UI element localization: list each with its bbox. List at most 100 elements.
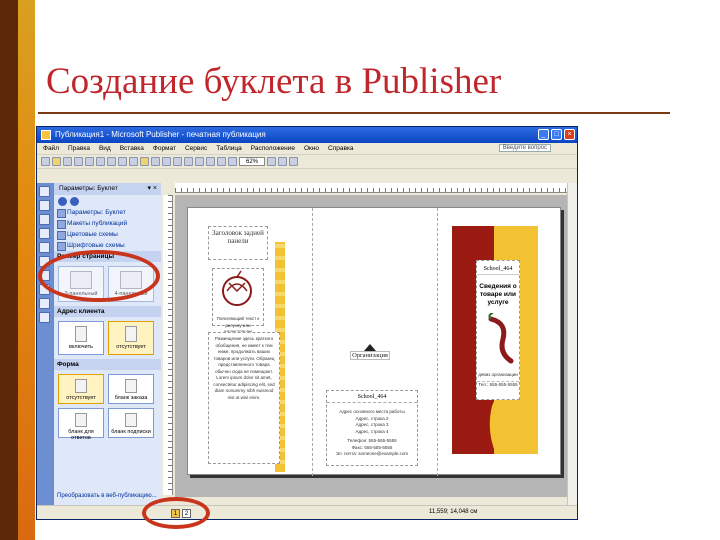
horizontal-ruler[interactable] bbox=[175, 183, 577, 193]
close-button[interactable]: × bbox=[564, 129, 575, 140]
objects-toolbar bbox=[37, 183, 53, 505]
window-titlebar: Публикация1 - Microsoft Publisher - печа… bbox=[37, 127, 577, 143]
email-line: Эл. почта: someone@example.com bbox=[335, 451, 409, 456]
save-icon[interactable] bbox=[63, 157, 72, 166]
rectangle-tool-icon[interactable] bbox=[39, 298, 50, 309]
vertical-scrollbar[interactable] bbox=[567, 183, 577, 505]
vertical-ruler[interactable] bbox=[163, 195, 173, 495]
option-no-form[interactable]: отсутствует bbox=[58, 374, 104, 404]
menu-tools[interactable]: Сервис bbox=[185, 145, 207, 152]
menu-edit[interactable]: Правка bbox=[68, 145, 90, 152]
slide-title: Создание буклета в Publisher bbox=[46, 61, 502, 102]
text-box-icon[interactable] bbox=[39, 200, 50, 211]
hyperlink-icon[interactable] bbox=[217, 157, 226, 166]
back-panel-body[interactable]: Размещение здесь краткого обобщения, не … bbox=[208, 332, 280, 464]
back-panel-picture[interactable]: Поясняющий текст к рисунку или иллюстрац… bbox=[212, 268, 264, 334]
highlight-ellipse-pages bbox=[142, 497, 210, 529]
maximize-button[interactable]: □ bbox=[551, 129, 562, 140]
mailing-address-block[interactable]: School_464 Адрес основного места работы … bbox=[326, 390, 418, 466]
chili-pepper-illustration bbox=[488, 312, 514, 364]
cover-caption: девиз организации bbox=[478, 372, 518, 377]
form-thumb bbox=[125, 379, 137, 393]
cover-content[interactable]: School_464 Сведения о товаре или услуге … bbox=[476, 260, 520, 400]
convert-to-web-link[interactable]: Преобразовать в веб-публикацию... bbox=[57, 493, 157, 499]
address-line: Адрес основного места работы bbox=[339, 409, 405, 414]
task-pane-title: Параметры: Буклет bbox=[59, 185, 118, 192]
spellcheck-icon[interactable] bbox=[107, 157, 116, 166]
option-signup-form[interactable]: бланк подписки bbox=[108, 408, 154, 438]
menu-format[interactable]: Формат bbox=[153, 145, 176, 152]
menu-file[interactable]: Файл bbox=[43, 145, 59, 152]
status-coordinates: 11,559; 14,048 см bbox=[429, 509, 478, 515]
tomato-illustration bbox=[222, 270, 252, 306]
bring-front-icon[interactable] bbox=[184, 157, 193, 166]
zoom-in-icon[interactable] bbox=[278, 157, 288, 166]
link-booklet-options[interactable]: Параметры: Буклет bbox=[54, 207, 161, 218]
address-options: включить отсутствует bbox=[54, 317, 161, 359]
close-icon[interactable]: ▾ × bbox=[147, 183, 157, 195]
cut-icon[interactable] bbox=[118, 157, 127, 166]
send-back-icon[interactable] bbox=[195, 157, 204, 166]
form-heading: Форма bbox=[54, 359, 161, 370]
copy-icon[interactable] bbox=[129, 157, 138, 166]
help-icon[interactable] bbox=[289, 157, 299, 166]
wordart-icon[interactable] bbox=[39, 228, 50, 239]
pilcrow-icon[interactable] bbox=[228, 157, 237, 166]
cover-phone: Тел.: 555-555-5555 bbox=[477, 380, 519, 387]
zoom-out-icon[interactable] bbox=[267, 157, 277, 166]
back-panel-text: Размещение здесь краткого обобщения, не … bbox=[213, 336, 275, 400]
menu-arrange[interactable]: Расположение bbox=[251, 145, 295, 152]
option-order-form[interactable]: бланк заказа bbox=[108, 374, 154, 404]
status-bar: 1 2 11,559; 14,048 см bbox=[37, 505, 577, 519]
link-color-schemes[interactable]: Цветовые схемы bbox=[54, 229, 161, 240]
select-tool-icon[interactable] bbox=[39, 186, 50, 197]
option-include-address[interactable]: включить bbox=[58, 321, 104, 355]
booklet-page[interactable]: Заголовок задней панели Поясняющий текст… bbox=[187, 207, 561, 476]
search-icon[interactable] bbox=[74, 157, 83, 166]
option-response-form[interactable]: бланк для ответов bbox=[58, 408, 104, 441]
table-tool-icon[interactable] bbox=[39, 214, 50, 225]
menu-window[interactable]: Окно bbox=[304, 145, 319, 152]
back-icon[interactable] bbox=[58, 197, 67, 206]
publisher-app-icon bbox=[41, 130, 51, 140]
standard-toolbar: 62% bbox=[37, 155, 577, 169]
logo-icon bbox=[364, 344, 376, 351]
columns-icon[interactable] bbox=[206, 157, 215, 166]
redo-icon[interactable] bbox=[173, 157, 182, 166]
option-no-address[interactable]: отсутствует bbox=[108, 321, 154, 355]
print-icon[interactable] bbox=[85, 157, 94, 166]
format-painter-icon[interactable] bbox=[151, 157, 160, 166]
forward-icon[interactable] bbox=[70, 197, 79, 206]
address-title: School_464 bbox=[327, 391, 417, 403]
menu-table[interactable]: Таблица bbox=[216, 145, 242, 152]
slide-sidebar-orange bbox=[18, 0, 35, 540]
menu-view[interactable]: Вид bbox=[99, 145, 111, 152]
help-search-input[interactable]: Введите вопрос bbox=[498, 144, 551, 152]
workspace: Заголовок задней панели Поясняющий текст… bbox=[175, 195, 577, 497]
address-thumb bbox=[125, 326, 137, 342]
new-icon[interactable] bbox=[41, 157, 50, 166]
back-panel-title[interactable]: Заголовок задней панели bbox=[208, 226, 268, 260]
undo-icon[interactable] bbox=[162, 157, 171, 166]
highlight-ellipse-page-size bbox=[38, 250, 160, 302]
link-publication-designs[interactable]: Макеты публикаций bbox=[54, 218, 161, 229]
menu-help[interactable]: Справка bbox=[328, 145, 354, 152]
organization-label: Организация bbox=[350, 351, 390, 360]
title-divider bbox=[38, 112, 670, 114]
paste-icon[interactable] bbox=[140, 157, 149, 166]
open-icon[interactable] bbox=[52, 157, 61, 166]
autoshapes-icon[interactable] bbox=[39, 312, 50, 323]
zoom-select[interactable]: 62% bbox=[239, 157, 266, 166]
task-pane-nav bbox=[54, 195, 161, 207]
menu-insert[interactable]: Вставка bbox=[120, 145, 144, 152]
fold-guide bbox=[312, 208, 313, 476]
organization-logo[interactable]: Организация bbox=[350, 344, 390, 360]
picture-icon[interactable] bbox=[39, 242, 50, 253]
minimize-button[interactable]: _ bbox=[538, 129, 549, 140]
task-pane: Параметры: Буклет ▾ × Параметры: Буклет … bbox=[37, 183, 161, 505]
address-line: Адрес, строка 4 bbox=[355, 428, 389, 434]
fold-guide bbox=[437, 208, 438, 476]
form-thumb bbox=[75, 379, 87, 393]
print-preview-icon[interactable] bbox=[96, 157, 105, 166]
slide-sidebar-dark bbox=[0, 0, 18, 540]
